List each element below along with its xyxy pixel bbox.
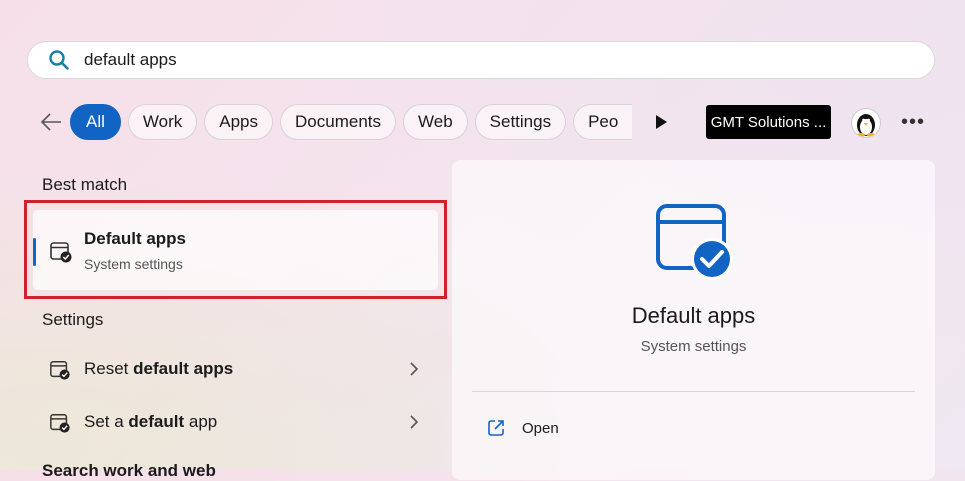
preview-pane: Default apps System settings Open	[452, 160, 935, 480]
more-options-button[interactable]: •••	[896, 110, 930, 134]
settings-item-label: Reset default apps	[84, 359, 234, 378]
search-input[interactable]: default apps	[84, 50, 177, 70]
default-apps-large-icon	[656, 204, 733, 280]
arrow-left-icon	[40, 113, 61, 131]
search-icon	[49, 50, 69, 70]
more-dots-icon: •••	[900, 110, 925, 133]
open-external-icon	[488, 420, 504, 436]
divider	[472, 391, 915, 392]
filter-bar: All Work Apps Documents Web Settings Peo	[40, 103, 636, 141]
next-section-heading: Search work and web	[42, 461, 216, 480]
play-more-filters-icon[interactable]	[650, 111, 672, 133]
back-button[interactable]	[40, 103, 62, 141]
filter-settings[interactable]: Settings	[474, 104, 567, 140]
settings-item-label: Set a default app	[84, 412, 218, 431]
filter-apps[interactable]: Apps	[204, 104, 274, 140]
settings-heading: Settings	[42, 310, 104, 329]
best-match-heading: Best match	[42, 175, 128, 194]
preview-title: Default apps	[631, 303, 756, 328]
filter-all[interactable]: All	[70, 104, 121, 140]
chevron-right-icon	[410, 415, 419, 429]
account-button[interactable]: GMT Solutions ...	[706, 105, 831, 139]
filter-people[interactable]: Peo	[573, 104, 633, 140]
open-action-label: Open	[522, 419, 559, 437]
avatar[interactable]	[851, 108, 881, 138]
filter-web[interactable]: Web	[403, 104, 468, 140]
default-apps-icon	[50, 414, 70, 433]
settings-item-set-default-app[interactable]: Set a default app	[33, 401, 438, 445]
highlight-annotation	[24, 200, 447, 299]
chevron-right-icon	[410, 362, 419, 376]
preview-subtitle: System settings	[640, 338, 747, 355]
open-action[interactable]: Open	[486, 415, 559, 441]
settings-item-reset-default-apps[interactable]: Reset default apps	[33, 348, 438, 392]
filter-work[interactable]: Work	[127, 104, 198, 140]
search-box[interactable]: default apps	[27, 41, 935, 79]
default-apps-icon	[50, 361, 70, 380]
filter-documents[interactable]: Documents	[280, 104, 396, 140]
penguin-avatar-icon	[857, 114, 875, 137]
